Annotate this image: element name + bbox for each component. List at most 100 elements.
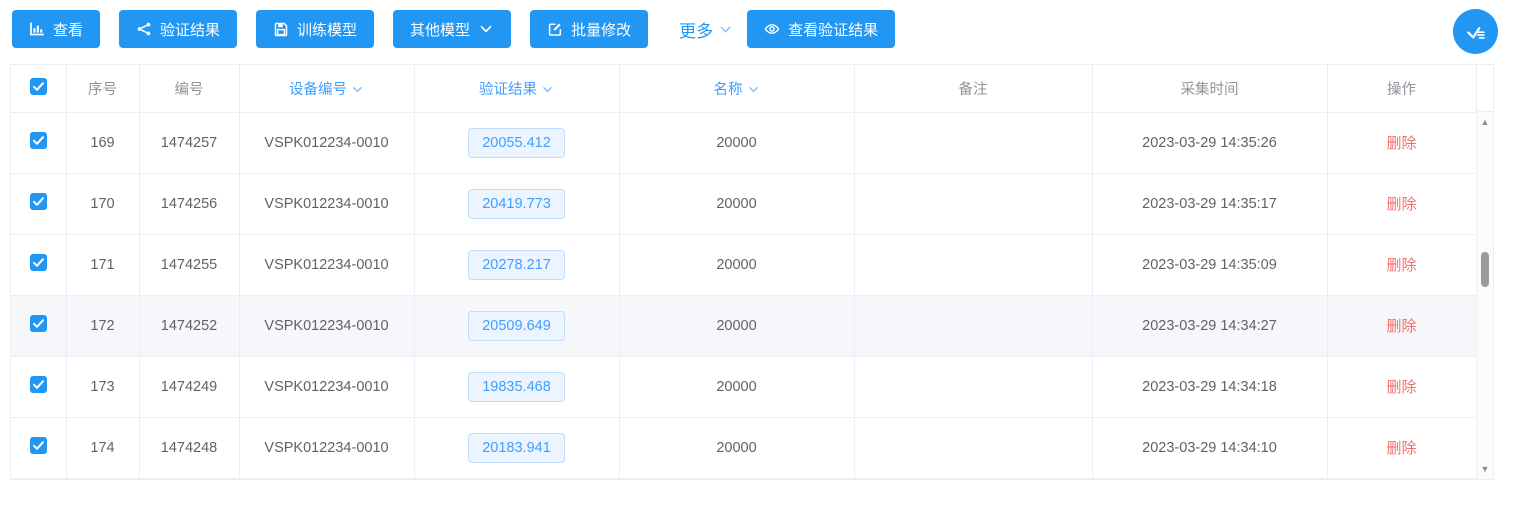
delete-link[interactable]: 删除 — [1386, 257, 1416, 274]
table-row: 1721474252VSPK012234-001020509.649200002… — [11, 295, 1476, 356]
cell-action: 删除 — [1327, 417, 1476, 478]
cell-device: VSPK012234-0010 — [239, 112, 414, 173]
header-cell-select-all — [11, 65, 66, 112]
cell-remark — [854, 234, 1092, 295]
cell-action: 删除 — [1327, 356, 1476, 417]
cell-time: 2023-03-29 14:34:10 — [1092, 417, 1327, 478]
cell-time: 2023-03-29 14:35:26 — [1092, 112, 1327, 173]
cell-index: 173 — [66, 356, 139, 417]
scroll-up-icon[interactable]: ▲ — [1477, 114, 1493, 130]
cell-code: 1474249 — [139, 356, 239, 417]
cell-device: VSPK012234-0010 — [239, 234, 414, 295]
cell-checkbox — [11, 295, 66, 356]
cell-action: 删除 — [1327, 295, 1476, 356]
cell-checkbox — [11, 356, 66, 417]
cell-device: VSPK012234-0010 — [239, 356, 414, 417]
header-cell-name[interactable]: 名称 — [619, 65, 854, 112]
row-checkbox[interactable] — [30, 437, 47, 454]
more-label: 更多 — [679, 17, 713, 42]
cell-name: 20000 — [619, 417, 854, 478]
result-badge: 20183.941 — [468, 433, 565, 463]
validation-result-button[interactable]: 验证结果 — [119, 10, 237, 48]
table-row: 1731474249VSPK012234-001019835.468200002… — [11, 356, 1476, 417]
row-checkbox[interactable] — [30, 254, 47, 271]
table-row: 1701474256VSPK012234-001020419.773200002… — [11, 173, 1476, 234]
header-cell-result[interactable]: 验证结果 — [414, 65, 619, 112]
cell-name: 20000 — [619, 173, 854, 234]
select-all-checkbox[interactable] — [30, 78, 47, 95]
fab-checklist-button[interactable] — [1453, 9, 1498, 54]
cell-checkbox — [11, 112, 66, 173]
scrollbar-header-spacer — [1477, 65, 1493, 112]
cell-index: 174 — [66, 417, 139, 478]
train-model-button[interactable]: 训练模型 — [256, 10, 374, 48]
button-label: 其他模型 — [410, 19, 470, 40]
column-label: 验证结果 — [479, 82, 537, 98]
bar-chart-icon — [29, 21, 45, 37]
cell-action: 删除 — [1327, 173, 1476, 234]
table-row: 1691474257VSPK012234-001020055.412200002… — [11, 112, 1476, 173]
scroll-down-icon[interactable]: ▼ — [1477, 461, 1493, 477]
row-checkbox[interactable] — [30, 132, 47, 149]
vertical-scrollbar[interactable]: ▲ ▼ — [1476, 65, 1493, 479]
data-table: 序号编号设备编号验证结果名称备注采集时间操作 1691474257VSPK012… — [10, 64, 1494, 480]
cell-device: VSPK012234-0010 — [239, 417, 414, 478]
delete-link[interactable]: 删除 — [1386, 379, 1416, 396]
button-label: 训练模型 — [297, 19, 357, 40]
cell-name: 20000 — [619, 295, 854, 356]
cell-index: 170 — [66, 173, 139, 234]
scrollbar-track[interactable]: ▲ ▼ — [1477, 112, 1493, 479]
cell-result: 20055.412 — [414, 112, 619, 173]
row-checkbox[interactable] — [30, 193, 47, 210]
column-label: 序号 — [88, 82, 117, 98]
result-badge: 20055.412 — [468, 128, 565, 158]
cell-code: 1474255 — [139, 234, 239, 295]
delete-link[interactable]: 删除 — [1386, 135, 1416, 152]
cell-code: 1474252 — [139, 295, 239, 356]
cell-result: 20419.773 — [414, 173, 619, 234]
chevron-down-icon — [478, 21, 494, 37]
delete-link[interactable]: 删除 — [1386, 440, 1416, 457]
cell-index: 171 — [66, 234, 139, 295]
cell-checkbox — [11, 417, 66, 478]
button-label: 查看 — [53, 19, 83, 40]
eye-icon — [764, 21, 780, 37]
view-validation-results-button[interactable]: 查看验证结果 — [747, 10, 895, 48]
other-models-dropdown-button[interactable]: 其他模型 — [393, 10, 511, 48]
cell-result: 19835.468 — [414, 356, 619, 417]
result-badge: 20419.773 — [468, 189, 565, 219]
row-checkbox[interactable] — [30, 315, 47, 332]
cell-remark — [854, 356, 1092, 417]
result-badge: 20509.649 — [468, 311, 565, 341]
cell-name: 20000 — [619, 234, 854, 295]
toolbar-buttons: 查看 验证结果 训练模型 其他模型 批量修改 — [12, 10, 667, 48]
checklist-icon — [1465, 21, 1487, 43]
delete-link[interactable]: 删除 — [1386, 318, 1416, 335]
button-label: 验证结果 — [160, 19, 220, 40]
chevron-down-icon — [718, 22, 733, 37]
more-dropdown[interactable]: 更多 — [679, 10, 733, 48]
column-label: 采集时间 — [1181, 82, 1239, 98]
delete-link[interactable]: 删除 — [1386, 196, 1416, 213]
sort-chevron-down-icon — [351, 83, 364, 96]
row-checkbox[interactable] — [30, 376, 47, 393]
header-cell-action: 操作 — [1327, 65, 1476, 112]
header-cell-device[interactable]: 设备编号 — [239, 65, 414, 112]
view-chart-button[interactable]: 查看 — [12, 10, 100, 48]
cell-checkbox — [11, 234, 66, 295]
cell-result: 20278.217 — [414, 234, 619, 295]
cell-time: 2023-03-29 14:34:18 — [1092, 356, 1327, 417]
scrollbar-thumb[interactable] — [1481, 252, 1489, 287]
cell-remark — [854, 295, 1092, 356]
button-label: 批量修改 — [571, 19, 631, 40]
cell-device: VSPK012234-0010 — [239, 295, 414, 356]
button-label: 查看验证结果 — [788, 19, 878, 40]
table: 序号编号设备编号验证结果名称备注采集时间操作 1691474257VSPK012… — [11, 65, 1477, 479]
result-badge: 19835.468 — [468, 372, 565, 402]
cell-action: 删除 — [1327, 112, 1476, 173]
batch-edit-button[interactable]: 批量修改 — [530, 10, 648, 48]
cell-code: 1474248 — [139, 417, 239, 478]
toolbar: 查看验证结果训练模型其他模型批量修改 更多 查看验证结果 — [0, 0, 1520, 64]
header-cell-code: 编号 — [139, 65, 239, 112]
cell-index: 169 — [66, 112, 139, 173]
